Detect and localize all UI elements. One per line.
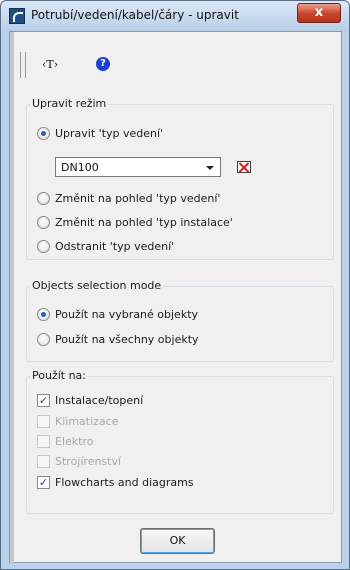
radio-button[interactable]	[37, 307, 50, 321]
line-type-select[interactable]: DN100	[55, 157, 221, 177]
checkbox[interactable]: ✓	[37, 475, 50, 489]
apply-item-flowcharts[interactable]: ✓ Flowcharts and diagrams	[37, 474, 194, 490]
mode-option-change-installation-view[interactable]: Změnit na pohled 'typ instalace'	[37, 214, 233, 230]
apply-item-air-conditioning: Klimatizace	[37, 413, 118, 429]
selection-option-all[interactable]: Použít na všechny objekty	[37, 331, 199, 347]
help-icon[interactable]: ?	[96, 57, 110, 71]
toolbar: ‹T› ?	[20, 52, 320, 78]
dialog-content: ‹T› ? Upravit režim Upravit 'typ vedení'…	[9, 31, 342, 564]
mode-option-label: Změnit na pohled 'typ instalace'	[55, 215, 233, 229]
mode-option-change-line-view[interactable]: Změnit na pohled 'typ vedení'	[37, 190, 220, 206]
checkbox	[37, 454, 50, 468]
apply-item-mechanical: Strojírenství	[37, 453, 121, 469]
app-icon	[9, 8, 25, 24]
apply-to-group: Použít na: ✓ Instalace/topení Klimatizac…	[26, 369, 334, 514]
radio-button[interactable]	[37, 215, 50, 229]
selection-mode-group: Objects selection mode Použít na vybrané…	[26, 279, 334, 362]
mode-option-edit-line-type[interactable]: Upravit 'typ vedení'	[37, 125, 163, 141]
mode-option-remove-line-type[interactable]: Odstranit 'typ vedení'	[37, 238, 174, 254]
chevron-down-icon[interactable]	[206, 166, 214, 170]
line-type-select-value: DN100	[61, 161, 99, 174]
scrollbar-strip	[10, 32, 14, 564]
mode-option-label: Odstranit 'typ vedení'	[55, 239, 175, 253]
apply-item-installation-heating[interactable]: ✓ Instalace/topení	[37, 392, 143, 408]
toolbar-grip[interactable]	[20, 52, 26, 78]
close-button[interactable]: x	[297, 3, 341, 23]
apply-item-label: Elektro	[55, 434, 94, 448]
radio-button[interactable]	[37, 332, 50, 346]
selection-option-selected[interactable]: Použít na vybrané objekty	[37, 306, 198, 322]
checkbox	[37, 434, 50, 448]
apply-item-label: Flowcharts and diagrams	[55, 475, 194, 489]
text-tool-icon[interactable]: ‹T›	[42, 58, 58, 71]
apply-to-group-title: Použít na:	[30, 369, 89, 382]
checkbox	[37, 414, 50, 428]
edit-mode-group: Upravit režim Upravit 'typ vedení' DN100…	[26, 97, 334, 260]
pick-from-drawing-icon[interactable]	[237, 161, 251, 173]
mode-option-label: Upravit 'typ vedení'	[55, 126, 164, 140]
title-bar[interactable]: Potrubí/vedení/kabel/čáry - upravit x	[1, 1, 349, 31]
mode-option-label: Změnit na pohled 'typ vedení'	[55, 191, 221, 205]
selection-option-label: Použít na vybrané objekty	[55, 307, 199, 321]
radio-button[interactable]	[37, 239, 50, 253]
checkbox[interactable]: ✓	[37, 393, 50, 407]
edit-mode-group-title: Upravit režim	[30, 97, 109, 110]
radio-button[interactable]	[37, 191, 50, 205]
apply-item-label: Instalace/topení	[55, 393, 144, 407]
apply-item-electro: Elektro	[37, 433, 93, 449]
selection-option-label: Použít na všechny objekty	[55, 332, 199, 346]
ok-button[interactable]: OK	[140, 528, 215, 554]
radio-button[interactable]	[37, 126, 50, 140]
selection-mode-group-title: Objects selection mode	[30, 279, 164, 292]
dialog-window: Potrubí/vedení/kabel/čáry - upravit x ‹T…	[0, 0, 350, 570]
window-title: Potrubí/vedení/kabel/čáry - upravit	[31, 8, 239, 22]
apply-item-label: Strojírenství	[55, 454, 122, 468]
apply-item-label: Klimatizace	[55, 414, 119, 428]
